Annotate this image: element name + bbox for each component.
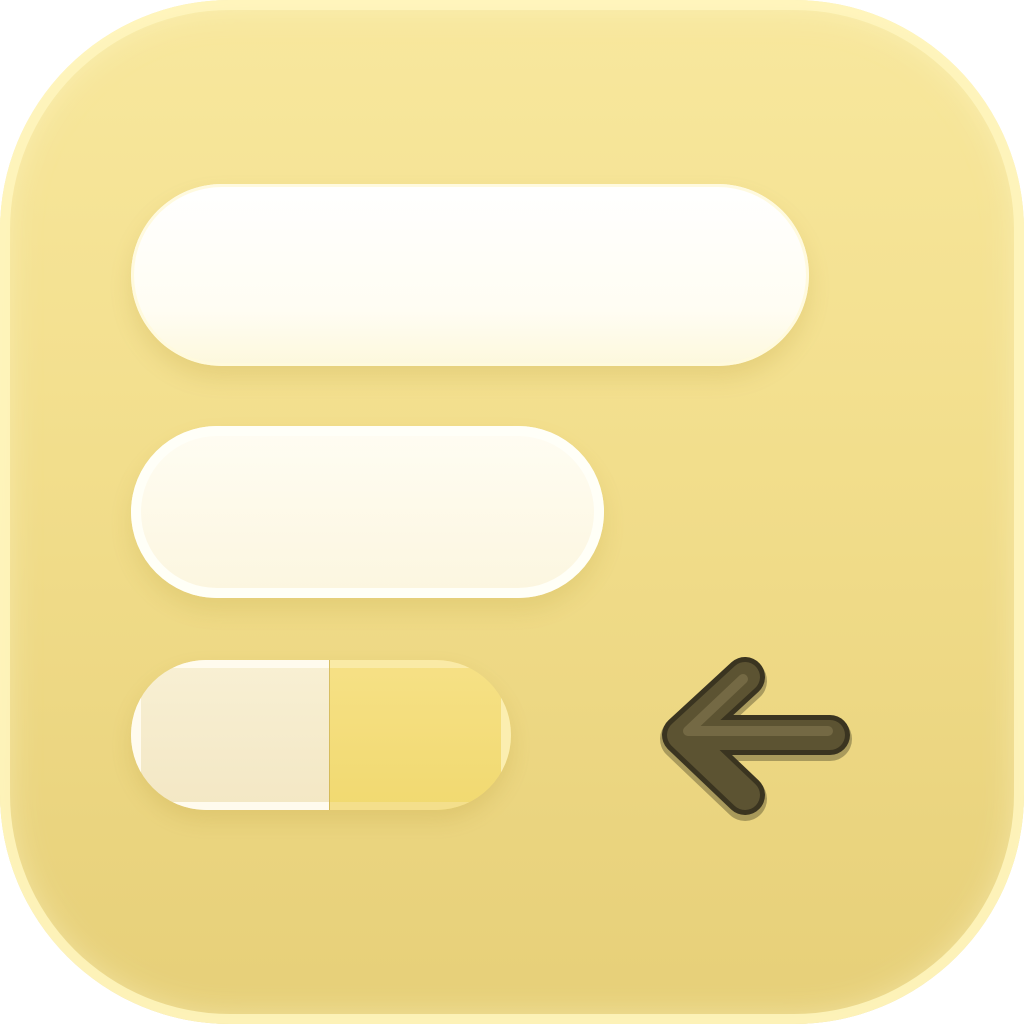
progress-pill-empty-segment bbox=[131, 660, 329, 810]
app-icon[interactable] bbox=[0, 0, 1024, 1024]
text-line-long bbox=[131, 184, 809, 366]
text-line-medium bbox=[131, 426, 604, 598]
progress-pill bbox=[131, 660, 511, 810]
progress-pill-filled-segment bbox=[329, 660, 511, 810]
app-icon-canvas bbox=[0, 0, 1024, 1024]
arrow-left-icon bbox=[660, 657, 852, 821]
